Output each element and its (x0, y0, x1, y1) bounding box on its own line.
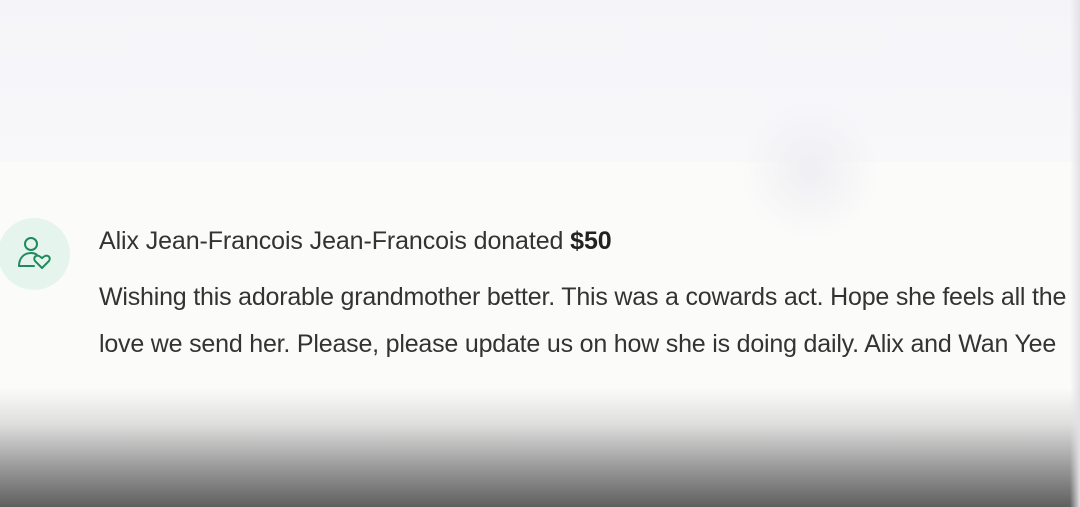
donation-amount: $50 (570, 227, 612, 255)
right-edge-shadow (1070, 0, 1080, 507)
donor-heart-icon (18, 237, 51, 269)
donor-avatar (0, 218, 70, 290)
bottom-fade-overlay (0, 388, 1080, 507)
donor-name: Alix Jean-Francois Jean-Francois (99, 227, 467, 255)
donation-action-text: donated (473, 227, 564, 255)
header-banner-image (0, 0, 1080, 240)
donation-message: Wishing this adorable grandmother better… (99, 283, 1067, 358)
donation-entry: Alix Jean-Francois Jean-Francois donated… (0, 218, 1080, 398)
donor-line: Alix Jean-Francois Jean-Francois donated… (99, 226, 612, 256)
